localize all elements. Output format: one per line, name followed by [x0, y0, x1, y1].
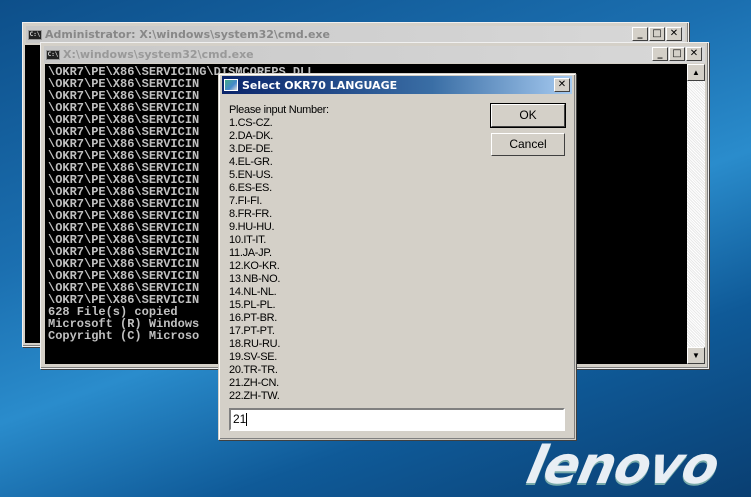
language-option: 4.EL-GR. — [229, 156, 273, 168]
minimize-button[interactable]: _ — [652, 47, 668, 61]
language-option: 14.NL-NL. — [229, 286, 277, 298]
text-caret — [246, 413, 248, 427]
language-list: Please input Number: 1.CS-CZ. 2.DA-DK. 3.D… — [229, 104, 329, 403]
language-option: 11.JA-JP. — [229, 247, 272, 259]
maximize-button[interactable]: □ — [669, 47, 685, 61]
language-option: 9.HU-HU. — [229, 221, 275, 233]
language-option: 13.NB-NO. — [229, 273, 281, 285]
dialog-title: Select OKR70 LANGUAGE — [242, 78, 398, 92]
language-option: 7.FI-FI. — [229, 195, 263, 207]
front-window-title: X:\windows\system32\cmd.exe — [63, 48, 254, 61]
language-option: 3.DE-DE. — [229, 143, 274, 155]
back-window-title: Administrator: X:\windows\system32\cmd.e… — [45, 28, 330, 41]
cmd-icon: C:\ — [46, 49, 60, 60]
prompt-label: Please input Number: — [229, 104, 329, 116]
language-option: 2.DA-DK. — [229, 130, 274, 142]
scroll-up-button[interactable]: ▲ — [687, 64, 705, 81]
language-option: 5.EN-US. — [229, 169, 274, 181]
language-option: 22.ZH-TW. — [229, 390, 280, 402]
language-option: 8.FR-FR. — [229, 208, 272, 220]
close-button[interactable]: ✕ — [666, 27, 682, 41]
language-option: 20.TR-TR. — [229, 364, 278, 376]
minimize-button[interactable]: _ — [632, 27, 648, 41]
cmd-icon: C:\ — [28, 29, 42, 40]
back-title-bar[interactable]: C:\ Administrator: X:\windows\system32\c… — [26, 26, 685, 43]
scroll-down-button[interactable]: ▼ — [687, 347, 705, 364]
language-option: 10.IT-IT. — [229, 234, 267, 246]
language-option: 12.KO-KR. — [229, 260, 280, 272]
language-number-input[interactable]: 21 — [229, 408, 565, 431]
language-option: 18.RU-RU. — [229, 338, 281, 350]
maximize-button[interactable]: □ — [649, 27, 665, 41]
language-option: 15.PL-PL. — [229, 299, 276, 311]
dialog-close-button[interactable]: ✕ — [554, 78, 570, 92]
dialog-title-bar[interactable]: Select OKR70 LANGUAGE ✕ — [222, 76, 572, 94]
front-title-bar[interactable]: C:\ X:\windows\system32\cmd.exe _ □ ✕ — [44, 46, 705, 63]
cancel-button[interactable]: Cancel — [491, 133, 565, 156]
language-option: 19.SV-SE. — [229, 351, 278, 363]
language-option: 21.ZH-CN. — [229, 377, 279, 389]
ok-button[interactable]: OK — [490, 103, 566, 128]
input-value: 21 — [233, 412, 247, 426]
language-option: 1.CS-CZ. — [229, 117, 273, 129]
language-option: 17.PT-PT. — [229, 325, 275, 337]
app-icon — [224, 79, 238, 91]
language-option: 16.PT-BR. — [229, 312, 278, 324]
language-dialog[interactable]: Select OKR70 LANGUAGE ✕ Please input Num… — [218, 73, 576, 440]
language-option: 6.ES-ES. — [229, 182, 272, 194]
lenovo-logo: lenovo — [521, 436, 724, 496]
vertical-scrollbar[interactable]: ▲ ▼ — [687, 64, 705, 364]
close-button[interactable]: ✕ — [686, 47, 702, 61]
